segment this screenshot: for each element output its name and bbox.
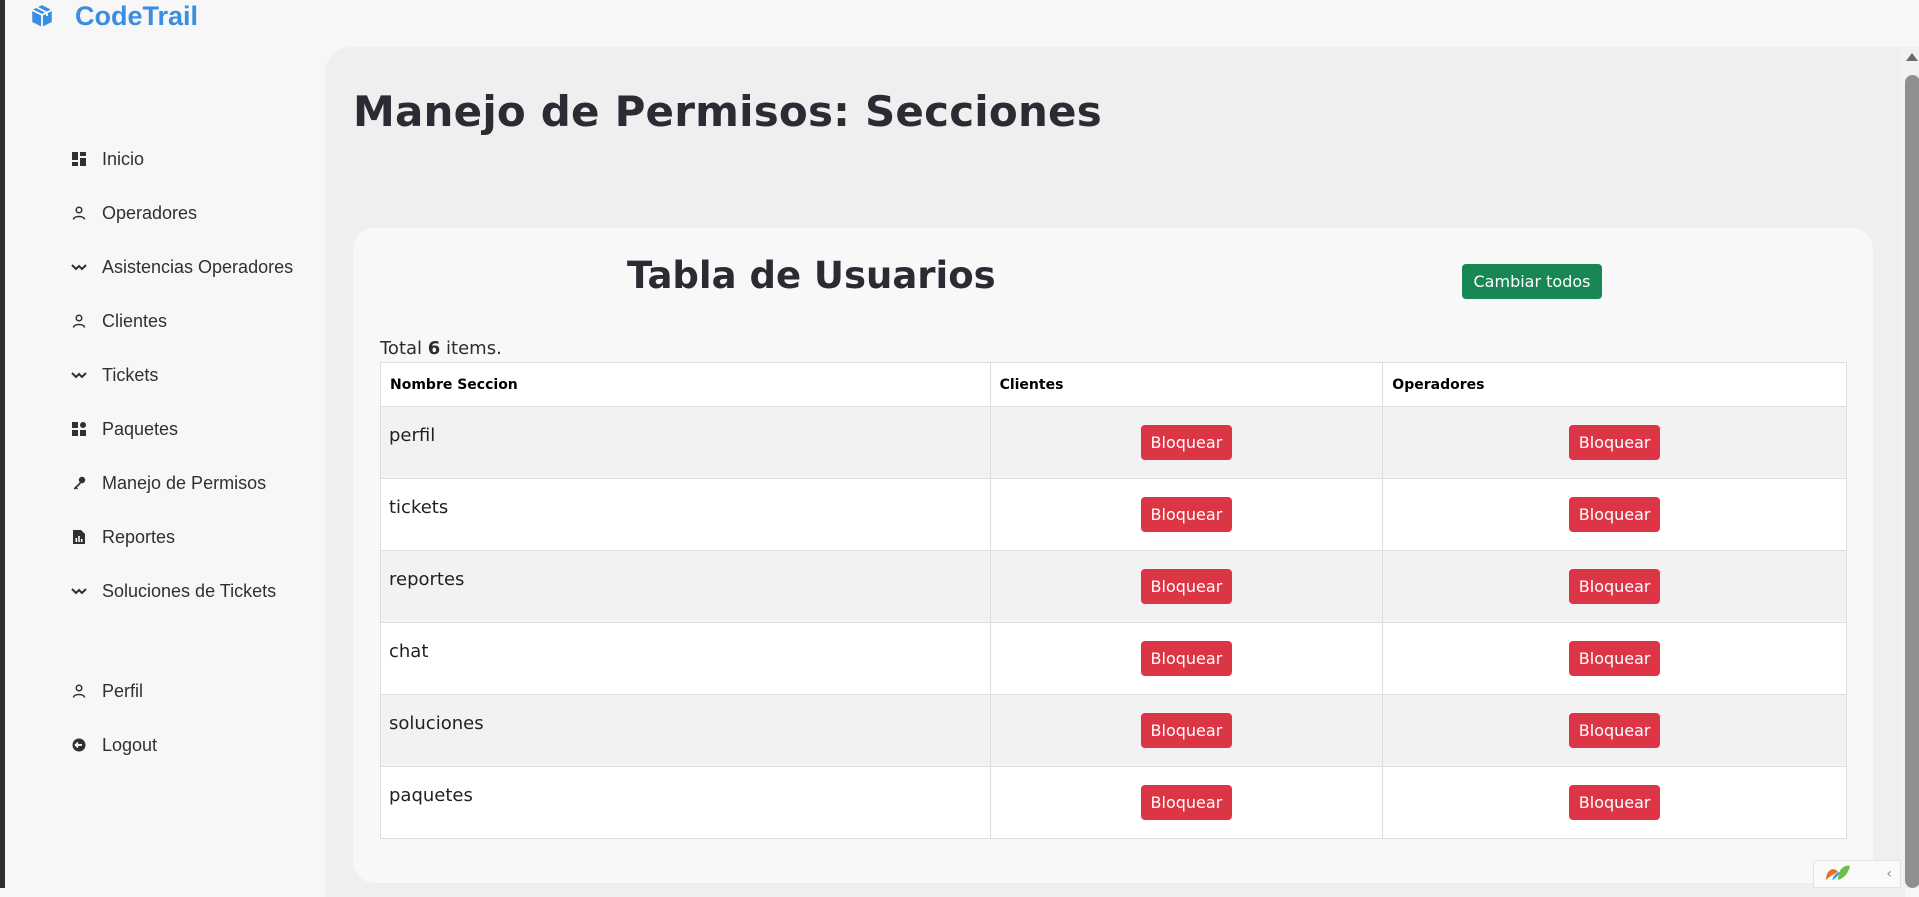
- sidebar-item-label: Reportes: [102, 526, 176, 547]
- user-icon: [71, 205, 87, 221]
- package-cube-icon: [29, 3, 55, 29]
- sidebar-item-manejo-de-permisos[interactable]: Manejo de Permisos: [71, 456, 293, 510]
- sidebar-item-label: Asistencias Operadores: [102, 256, 294, 277]
- section-name: chat: [380, 622, 991, 695]
- clientes-cell: Bloquear: [989, 550, 1384, 623]
- table-summary: Total 6 items.: [380, 338, 502, 359]
- clientes-cell: Bloquear: [989, 406, 1384, 479]
- column-header-clientes: Clientes: [989, 362, 1384, 407]
- sidebar-item-inicio[interactable]: Inicio: [71, 132, 293, 186]
- logout-icon: [71, 737, 87, 753]
- sidebar-item-label: Perfil: [102, 680, 144, 701]
- block-operadores-button[interactable]: Bloquear: [1569, 785, 1661, 820]
- table-row: perfil Bloquear Bloquear: [380, 406, 1847, 479]
- table-row: chat Bloquear Bloquear: [380, 622, 1847, 695]
- corner-widget[interactable]: ‹: [1813, 860, 1901, 888]
- user-icon: [71, 313, 87, 329]
- leaf-logo-icon: [1822, 862, 1854, 886]
- table-row: paquetes Bloquear Bloquear: [380, 766, 1847, 839]
- sidebar-item-label: Soluciones de Tickets: [102, 580, 277, 601]
- table-row: reportes Bloquear Bloquear: [380, 550, 1847, 623]
- section-name: tickets: [380, 478, 991, 551]
- block-clientes-button[interactable]: Bloquear: [1140, 497, 1232, 532]
- section-name: paquetes: [380, 766, 991, 839]
- vertical-scrollbar[interactable]: [1901, 47, 1919, 888]
- change-all-button[interactable]: Cambiar todos: [1462, 264, 1602, 299]
- column-header-operadores: Operadores: [1382, 362, 1847, 407]
- sidebar-nav: Inicio Operadores Asistencias Operadores…: [71, 132, 293, 618]
- sidebar-item-label: Clientes: [102, 310, 168, 331]
- operadores-cell: Bloquear: [1382, 550, 1847, 623]
- main-content: Manejo de Permisos: Secciones Tabla de U…: [325, 47, 1905, 897]
- sidebar-item-perfil[interactable]: Perfil: [71, 664, 157, 718]
- table-row: tickets Bloquear Bloquear: [380, 478, 1847, 551]
- app-window: CodeTrail Inicio Operadores Asistencias …: [0, 0, 1919, 897]
- users-table-card: Tabla de Usuarios Cambiar todos Total 6 …: [353, 228, 1873, 883]
- summary-count: 6: [427, 338, 441, 359]
- sidebar-item-label: Tickets: [102, 364, 159, 385]
- operadores-cell: Bloquear: [1382, 694, 1847, 767]
- block-operadores-button[interactable]: Bloquear: [1569, 425, 1661, 460]
- sidebar-item-tickets[interactable]: Tickets: [71, 348, 293, 402]
- block-operadores-button[interactable]: Bloquear: [1569, 713, 1661, 748]
- widgets-icon: [71, 421, 87, 437]
- sidebar: CodeTrail Inicio Operadores Asistencias …: [5, 0, 325, 888]
- section-name: soluciones: [380, 694, 991, 767]
- sidebar-item-logout[interactable]: Logout: [71, 718, 157, 772]
- operadores-cell: Bloquear: [1382, 406, 1847, 479]
- scroll-thumb[interactable]: [1905, 75, 1919, 888]
- block-clientes-button[interactable]: Bloquear: [1140, 641, 1232, 676]
- scroll-up-arrow-icon[interactable]: [1906, 53, 1918, 61]
- sidebar-item-operadores[interactable]: Operadores: [71, 186, 293, 240]
- block-clientes-button[interactable]: Bloquear: [1140, 425, 1232, 460]
- sidebar-item-reportes[interactable]: Reportes: [71, 510, 293, 564]
- clientes-cell: Bloquear: [989, 766, 1384, 839]
- block-clientes-button[interactable]: Bloquear: [1140, 569, 1232, 604]
- card-title: Tabla de Usuarios: [627, 254, 996, 297]
- brand[interactable]: CodeTrail: [29, 0, 198, 32]
- block-operadores-button[interactable]: Bloquear: [1569, 569, 1661, 604]
- sidebar-item-paquetes[interactable]: Paquetes: [71, 402, 293, 456]
- clientes-cell: Bloquear: [989, 694, 1384, 767]
- block-operadores-button[interactable]: Bloquear: [1569, 497, 1661, 532]
- trend-icon: [71, 259, 87, 275]
- sidebar-item-label: Operadores: [102, 202, 198, 223]
- report-icon: [71, 529, 87, 545]
- section-name: perfil: [380, 406, 991, 479]
- sidebar-item-label: Paquetes: [102, 418, 179, 439]
- clientes-cell: Bloquear: [989, 622, 1384, 695]
- sidebar-item-label: Logout: [102, 734, 158, 755]
- brand-name: CodeTrail: [75, 0, 199, 31]
- dashboard-icon: [71, 151, 87, 167]
- sidebar-bottom-nav: Perfil Logout: [71, 664, 157, 772]
- user-icon: [71, 683, 87, 699]
- table-header-row: Nombre Seccion Clientes Operadores: [380, 362, 1847, 407]
- block-operadores-button[interactable]: Bloquear: [1569, 641, 1661, 676]
- sidebar-item-asistencias-operadores[interactable]: Asistencias Operadores: [71, 240, 293, 294]
- block-clientes-button[interactable]: Bloquear: [1140, 785, 1232, 820]
- sections-table: Nombre Seccion Clientes Operadores perfi…: [380, 362, 1847, 839]
- column-header-nombre-seccion: Nombre Seccion: [380, 362, 991, 407]
- sidebar-item-soluciones-de-tickets[interactable]: Soluciones de Tickets: [71, 564, 293, 618]
- trend-icon: [71, 367, 87, 383]
- sidebar-item-label: Inicio: [102, 148, 145, 169]
- sidebar-item-label: Manejo de Permisos: [102, 472, 267, 493]
- chevron-left-icon[interactable]: ‹: [1886, 866, 1892, 882]
- table-row: soluciones Bloquear Bloquear: [380, 694, 1847, 767]
- trend-icon: [71, 583, 87, 599]
- summary-prefix: Total: [380, 338, 423, 359]
- clientes-cell: Bloquear: [989, 478, 1384, 551]
- operadores-cell: Bloquear: [1382, 622, 1847, 695]
- operadores-cell: Bloquear: [1382, 478, 1847, 551]
- sidebar-item-clientes[interactable]: Clientes: [71, 294, 293, 348]
- block-clientes-button[interactable]: Bloquear: [1140, 713, 1232, 748]
- section-name: reportes: [380, 550, 991, 623]
- operadores-cell: Bloquear: [1382, 766, 1847, 839]
- key-icon: [71, 475, 87, 491]
- page-title: Manejo de Permisos: Secciones: [353, 87, 1102, 136]
- summary-suffix: items.: [446, 338, 502, 359]
